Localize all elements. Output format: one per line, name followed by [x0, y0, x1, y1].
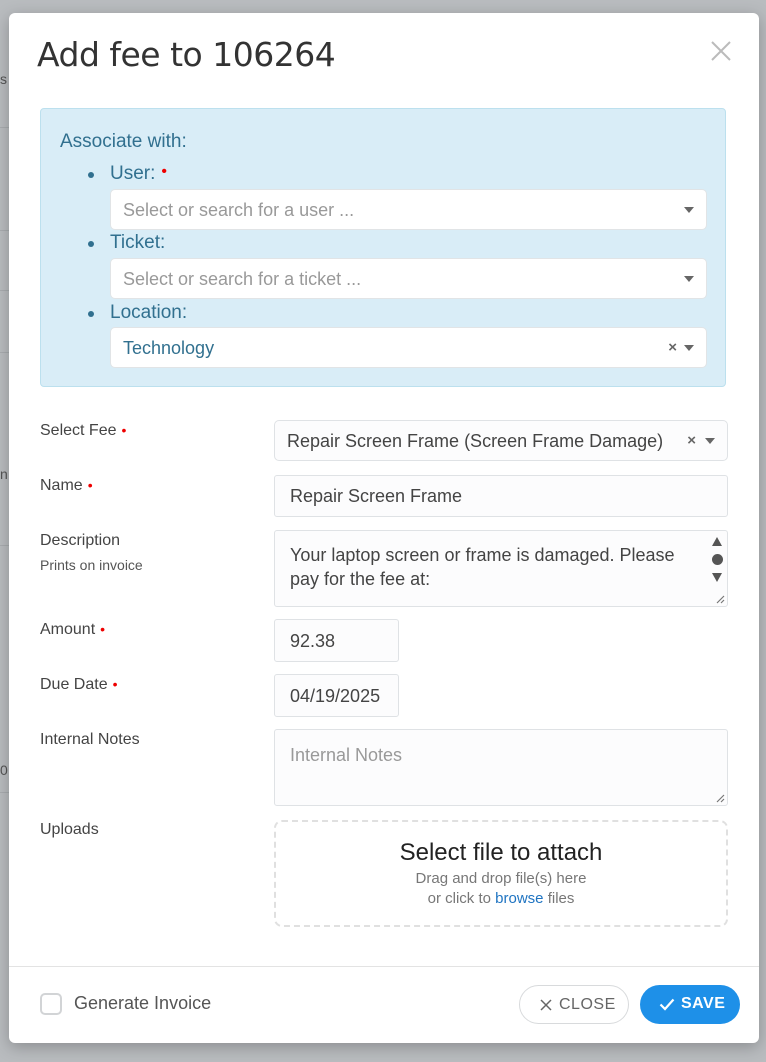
background-text: s [0, 71, 7, 87]
internal-notes-textarea[interactable]: Internal Notes [274, 729, 728, 806]
due-date-label-text: Due Date [40, 676, 108, 693]
generate-invoice-label[interactable]: Generate Invoice [74, 993, 211, 1014]
description-line-2: pay for the fee at: [290, 569, 431, 589]
dropzone-hint: Drag and drop file(s) here [415, 870, 587, 887]
select-fee-label: Select Fee • [40, 422, 126, 440]
amount-label-text: Amount [40, 621, 96, 638]
description-line-1: Your laptop screen or frame is damaged. … [290, 545, 675, 565]
save-button[interactable]: SAVE [640, 985, 740, 1024]
required-marker: • [161, 163, 168, 180]
amount-label: Amount • [40, 621, 105, 639]
dropzone-browse-line: or click to browse files [276, 890, 726, 907]
footer-divider [9, 966, 759, 967]
amount-input-value: 92.38 [290, 631, 336, 651]
select-fee-label-text: Select Fee [40, 422, 117, 439]
ticket-select[interactable]: Select or search for a ticket ... [110, 258, 707, 299]
location-label: Location: [88, 302, 188, 324]
bullet-icon [88, 172, 94, 178]
required-marker: • [87, 477, 93, 493]
chevron-down-icon [684, 276, 694, 282]
select-fee-value: Repair Screen Frame (Screen Frame Damage… [287, 431, 664, 451]
close-icon[interactable] [709, 39, 733, 63]
ticket-label: Ticket: [88, 232, 166, 254]
user-label: User: • [88, 163, 168, 185]
internal-notes-placeholder: Internal Notes [290, 745, 403, 765]
description-label: Description [40, 532, 121, 549]
uploads-label: Uploads [40, 821, 99, 838]
add-fee-dialog: Add fee to 106264 Associate with: User: •… [9, 13, 759, 1043]
background-text: 0 [0, 762, 8, 778]
check-icon [659, 998, 675, 1011]
description-sublabel: Prints on invoice [40, 557, 143, 573]
resize-handle-icon[interactable] [715, 594, 725, 604]
name-label-text: Name [40, 477, 83, 494]
resize-handle-icon[interactable] [715, 793, 725, 803]
required-marker: • [100, 621, 106, 637]
required-marker: • [112, 676, 118, 692]
clear-icon[interactable]: × [668, 339, 677, 356]
location-select[interactable]: Technology × [110, 327, 707, 368]
associate-panel: Associate with: User: • Select or search … [40, 108, 726, 387]
browse-prefix: or click to [427, 890, 491, 907]
associate-heading: Associate with: [60, 131, 187, 152]
ticket-select-placeholder: Select or search for a ticket ... [123, 269, 362, 289]
file-dropzone[interactable]: Select file to attach Drag and drop file… [274, 820, 728, 927]
close-button[interactable]: CLOSE [519, 985, 629, 1024]
name-label: Name • [40, 477, 93, 495]
select-fee-dropdown[interactable]: Repair Screen Frame (Screen Frame Damage… [274, 420, 728, 461]
browse-link[interactable]: browse [495, 890, 543, 907]
bullet-icon [88, 241, 94, 247]
user-select[interactable]: Select or search for a user ... [110, 189, 707, 230]
location-label-text: Location: [110, 302, 188, 323]
due-date-input-value: 04/19/2025 [290, 686, 381, 706]
close-icon [540, 999, 552, 1011]
name-input[interactable]: Repair Screen Frame [274, 475, 728, 517]
chevron-down-icon [684, 345, 694, 351]
due-date-label: Due Date • [40, 676, 118, 694]
generate-invoice-checkbox[interactable] [40, 993, 62, 1015]
dialog-title: Add fee to 106264 [37, 35, 336, 74]
bullet-icon [88, 311, 94, 317]
required-marker: • [121, 422, 127, 438]
name-input-value: Repair Screen Frame [290, 486, 463, 506]
scroll-up-icon[interactable] [712, 537, 722, 546]
browse-suffix: files [547, 890, 575, 907]
dropzone-title: Select file to attach [399, 839, 603, 866]
due-date-input[interactable]: 04/19/2025 [274, 674, 399, 717]
internal-notes-label: Internal Notes [40, 731, 140, 748]
user-label-text: User: [110, 163, 156, 184]
save-button-label: SAVE [681, 995, 726, 1012]
close-button-label: CLOSE [559, 996, 616, 1013]
clear-icon[interactable]: × [687, 432, 696, 449]
user-select-placeholder: Select or search for a user ... [123, 200, 355, 220]
background-text: n [0, 466, 8, 482]
scroll-down-icon[interactable] [712, 573, 722, 582]
location-select-value: Technology [123, 338, 215, 358]
scroll-thumb[interactable] [712, 554, 723, 565]
chevron-down-icon [684, 207, 694, 213]
amount-input[interactable]: 92.38 [274, 619, 399, 662]
description-textarea[interactable]: Your laptop screen or frame is damaged. … [274, 530, 728, 607]
chevron-down-icon [705, 438, 715, 444]
ticket-label-text: Ticket: [110, 232, 166, 253]
